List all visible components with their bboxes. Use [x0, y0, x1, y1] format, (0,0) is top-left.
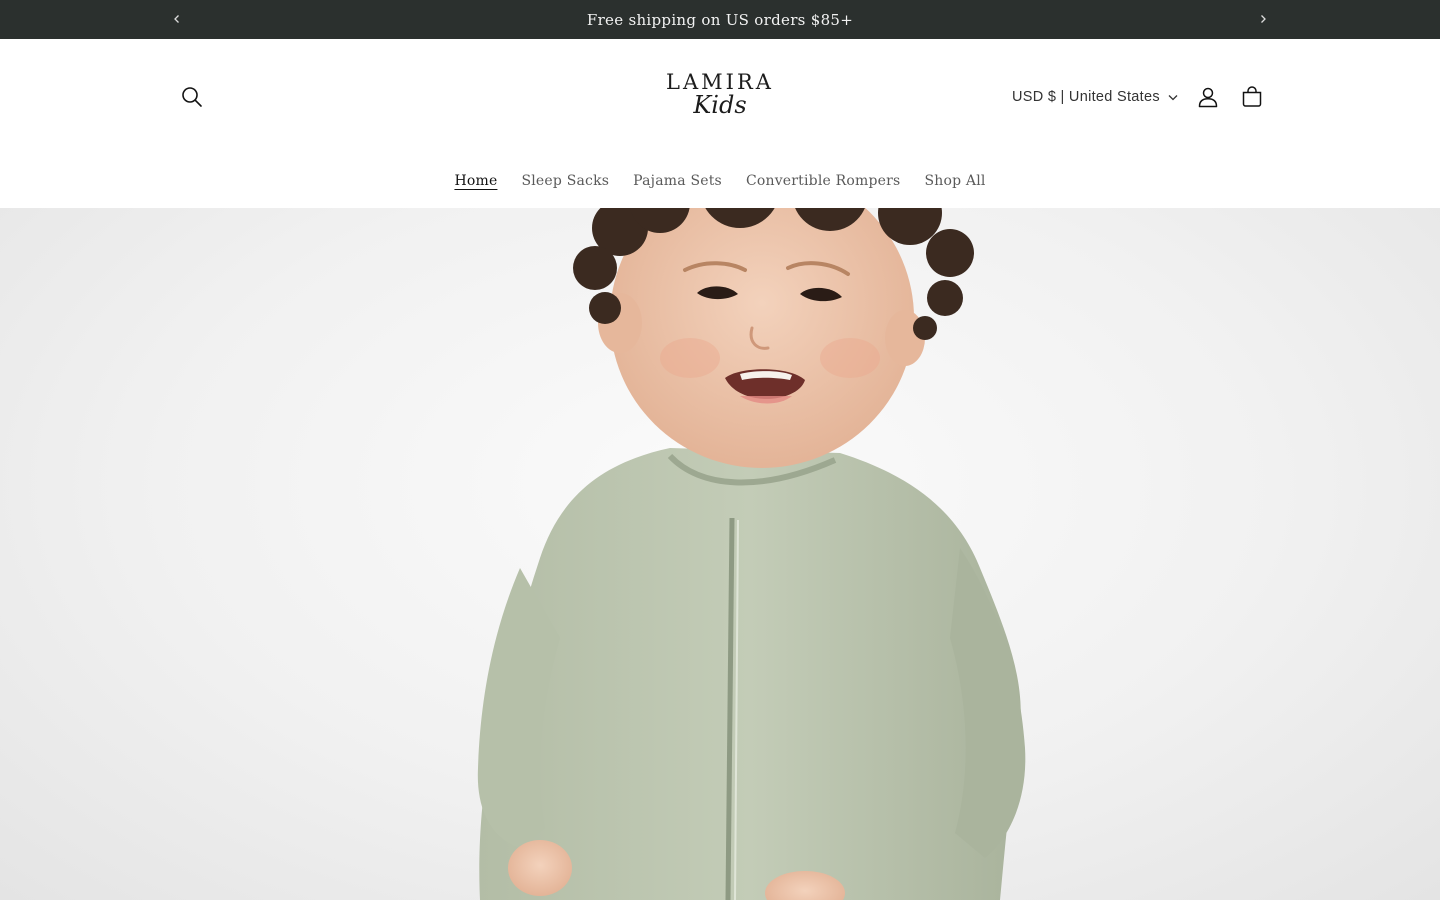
chevron-down-icon: [1168, 94, 1178, 100]
logo-script: Kids: [693, 91, 747, 119]
search-button[interactable]: [172, 77, 212, 117]
cart-icon: [1242, 86, 1262, 107]
main-navigation: Home Sleep Sacks Pajama Sets Convertible…: [0, 170, 1440, 200]
chevron-left-icon: [174, 15, 179, 23]
nav-item-convertible-rompers[interactable]: Convertible Rompers: [734, 170, 913, 200]
hero-image: [477, 208, 1026, 900]
announcement-next-button[interactable]: [1254, 10, 1272, 28]
nav-item-pajama-sets[interactable]: Pajama Sets: [621, 170, 734, 200]
announcement-text: Free shipping on US orders $85+: [586, 10, 854, 29]
account-icon: [1198, 87, 1218, 108]
store-logo[interactable]: LAMIRA Kids: [660, 69, 780, 129]
announcement-bar: Free shipping on US orders $85+: [0, 0, 1440, 39]
search-icon: [182, 87, 202, 107]
announcement-prev-button[interactable]: [168, 10, 186, 28]
nav-item-home[interactable]: Home: [442, 170, 509, 200]
chevron-right-icon: [1261, 15, 1266, 23]
currency-label: USD $ | United States: [1012, 89, 1160, 105]
nav-item-shop-all[interactable]: Shop All: [912, 170, 997, 200]
currency-selector[interactable]: USD $ | United States: [1012, 83, 1178, 111]
site-header: LAMIRA Kids USD $ | United States Home S…: [0, 39, 1440, 208]
nav-item-sleep-sacks[interactable]: Sleep Sacks: [509, 170, 621, 200]
cart-button[interactable]: [1232, 77, 1272, 117]
account-button[interactable]: [1188, 77, 1228, 117]
hero-banner: [0, 208, 1440, 900]
